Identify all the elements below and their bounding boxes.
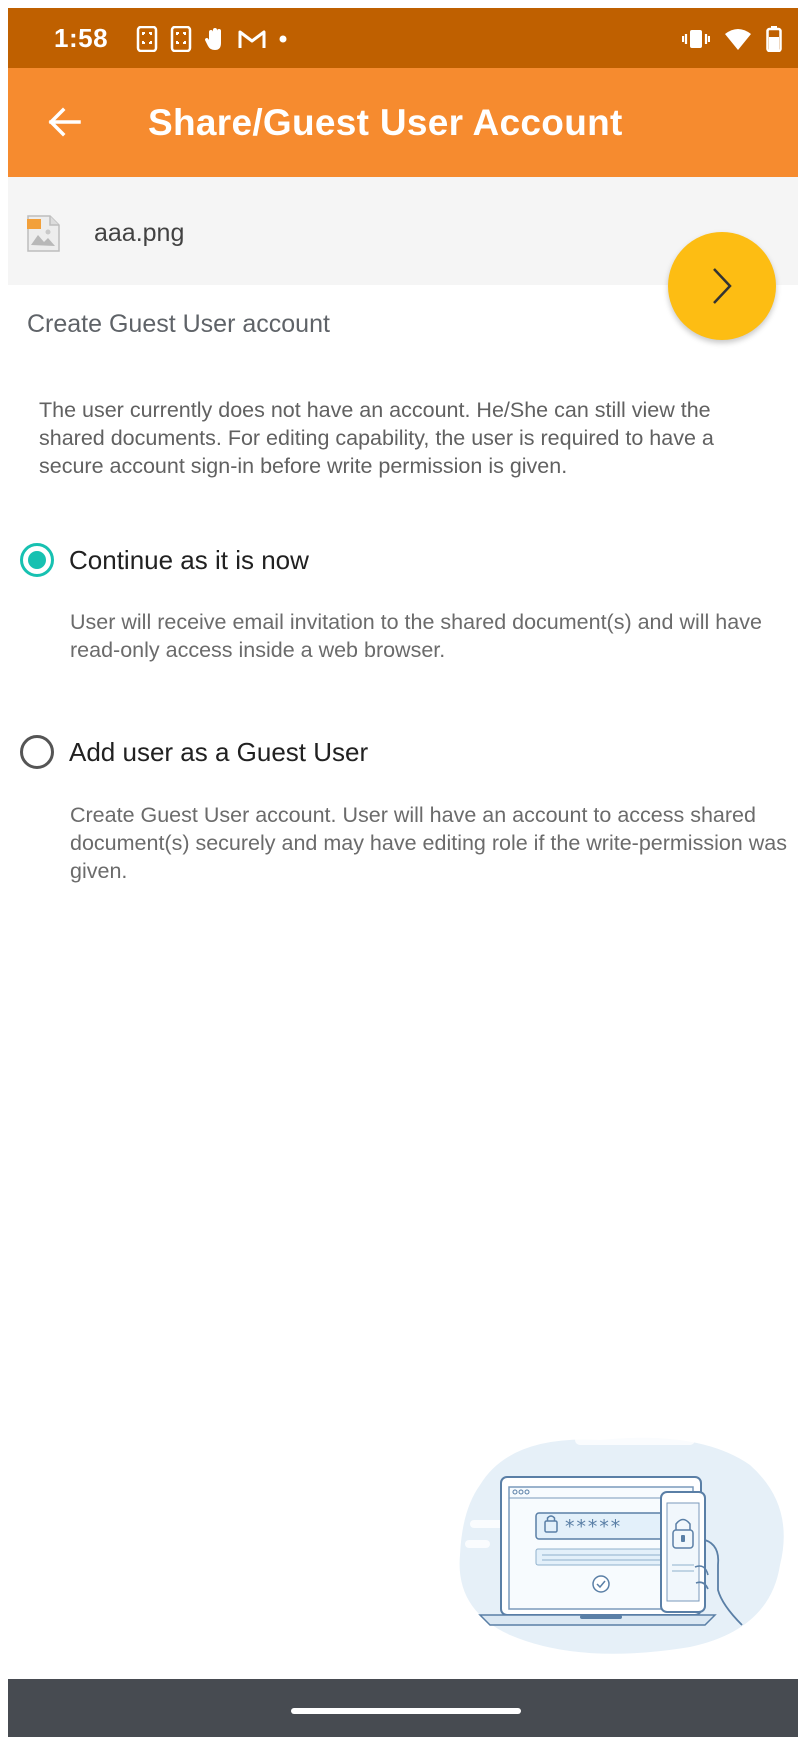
option-label: Add user as a Guest User [69, 736, 369, 767]
radio-button-checked[interactable] [20, 543, 54, 577]
back-button[interactable] [36, 94, 92, 150]
section-title: Create Guest User account [27, 310, 330, 338]
arrow-back-icon [48, 107, 81, 137]
screenshot-icon [136, 26, 158, 52]
navigation-bar [8, 1679, 798, 1737]
radio-button-unchecked[interactable] [20, 735, 54, 769]
file-name: aaa.png [94, 219, 185, 247]
option-label: Continue as it is now [69, 544, 309, 575]
secure-login-illustration: ***** [459, 1435, 784, 1654]
notification-icons [136, 25, 288, 53]
info-text: The user currently does not have an acco… [39, 398, 714, 478]
option-description: User will receive email invitation to th… [70, 610, 762, 662]
wifi-icon [725, 29, 751, 50]
password-mask: ***** [564, 1516, 621, 1538]
option-continue-as-is[interactable]: Continue as it is now [20, 540, 309, 580]
vibrate-icon [682, 30, 710, 48]
option-description: Create Guest User account. User will hav… [70, 803, 787, 883]
page-title: Share/Guest User Account [148, 102, 623, 143]
hand-icon [205, 28, 221, 50]
app-bar: Share/Guest User Account [8, 68, 798, 177]
image-file-icon [27, 215, 60, 252]
status-bar: 1:58 [8, 8, 798, 68]
dot-icon [279, 35, 287, 43]
home-handle[interactable] [291, 1708, 521, 1714]
gmail-icon [238, 30, 266, 48]
next-button[interactable] [668, 232, 776, 340]
battery-icon [766, 26, 782, 52]
screenshot-icon [170, 26, 192, 52]
option-add-guest-user[interactable]: Add user as a Guest User [20, 732, 368, 772]
chevron-right-icon [713, 268, 732, 304]
system-icons [682, 25, 782, 53]
status-time: 1:58 [54, 23, 109, 53]
